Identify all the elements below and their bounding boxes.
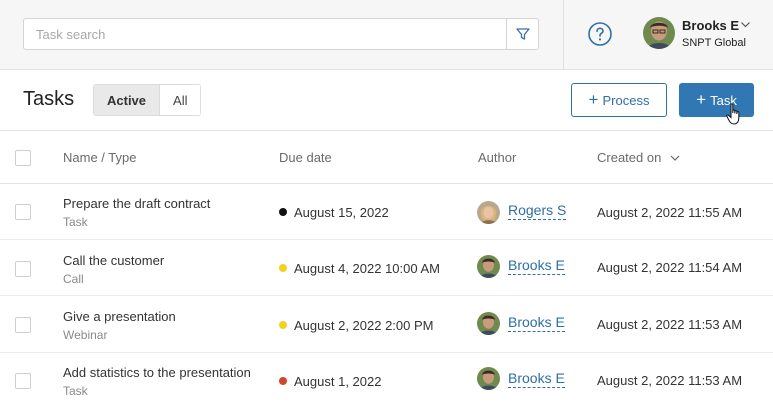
table-header: Name / Type Due date Author Created on (0, 130, 773, 184)
row-checkbox[interactable] (15, 261, 31, 277)
created-date: August 2, 2022 11:53 AM (597, 317, 743, 332)
due-status-dot (279, 377, 287, 385)
column-header-author[interactable]: Author (478, 150, 516, 165)
author-link[interactable]: Brooks E (508, 314, 565, 332)
sort-chevron-icon[interactable] (669, 153, 681, 163)
due-date: August 4, 2022 10:00 AM (294, 261, 440, 276)
table-row[interactable]: Prepare the draft contract Task August 1… (0, 184, 773, 240)
author-avatar (477, 201, 500, 224)
due-status-dot (279, 264, 287, 272)
created-date: August 2, 2022 11:55 AM (597, 205, 743, 220)
table-row[interactable]: Add statistics to the presentation Task … (0, 353, 773, 409)
due-date: August 15, 2022 (294, 205, 389, 220)
help-icon[interactable] (588, 22, 612, 46)
task-name[interactable]: Call the customer (63, 253, 164, 268)
task-type: Call (63, 272, 84, 286)
plus-icon: + (696, 90, 707, 109)
search-input[interactable] (24, 19, 508, 49)
table-row[interactable]: Give a presentation Webinar August 2, 20… (0, 297, 773, 353)
header-divider (563, 0, 564, 70)
row-checkbox[interactable] (15, 373, 31, 389)
filter-icon (515, 28, 530, 40)
hand-cursor-icon (726, 103, 740, 125)
user-avatar[interactable] (643, 17, 675, 49)
user-organization: SNPT Global (682, 37, 746, 49)
due-date: August 2, 2022 2:00 PM (294, 318, 434, 333)
page-title: Tasks (23, 88, 75, 110)
due-status-dot (279, 208, 287, 216)
task-type: Task (63, 215, 88, 229)
process-button-label: Process (602, 92, 650, 108)
chevron-down-icon[interactable] (740, 19, 751, 30)
column-header-name[interactable]: Name / Type (63, 150, 136, 165)
filter-all-tab[interactable]: All (160, 85, 201, 115)
column-header-due[interactable]: Due date (279, 150, 332, 165)
select-all-checkbox[interactable] (15, 150, 31, 166)
author-avatar (477, 312, 500, 335)
task-type: Webinar (63, 328, 108, 342)
table-row[interactable]: Call the customer Call August 4, 2022 10… (0, 240, 773, 296)
author-link[interactable]: Brooks E (508, 257, 565, 275)
task-name[interactable]: Prepare the draft contract (63, 196, 210, 211)
add-process-button[interactable]: + Process (571, 83, 667, 117)
top-bar: Brooks E SNPT Global (0, 0, 773, 70)
row-checkbox[interactable] (15, 317, 31, 333)
task-name[interactable]: Give a presentation (63, 309, 176, 324)
author-link[interactable]: Brooks E (508, 370, 565, 388)
filter-button[interactable] (506, 19, 538, 49)
row-checkbox[interactable] (15, 204, 31, 220)
author-avatar (477, 367, 500, 390)
due-status-dot (279, 321, 287, 329)
task-search (23, 18, 539, 50)
created-date: August 2, 2022 11:53 AM (597, 373, 743, 388)
task-name[interactable]: Add statistics to the presentation (63, 365, 251, 380)
task-type: Task (63, 384, 88, 398)
column-header-created[interactable]: Created on (597, 150, 661, 165)
plus-icon: + (588, 90, 599, 109)
created-date: August 2, 2022 11:54 AM (597, 260, 743, 275)
author-link[interactable]: Rogers S (508, 202, 567, 220)
user-name[interactable]: Brooks E (682, 18, 739, 33)
author-avatar (477, 255, 500, 278)
filter-active-tab[interactable]: Active (94, 85, 161, 115)
status-filter: Active All (93, 84, 202, 116)
due-date: August 1, 2022 (294, 374, 382, 389)
